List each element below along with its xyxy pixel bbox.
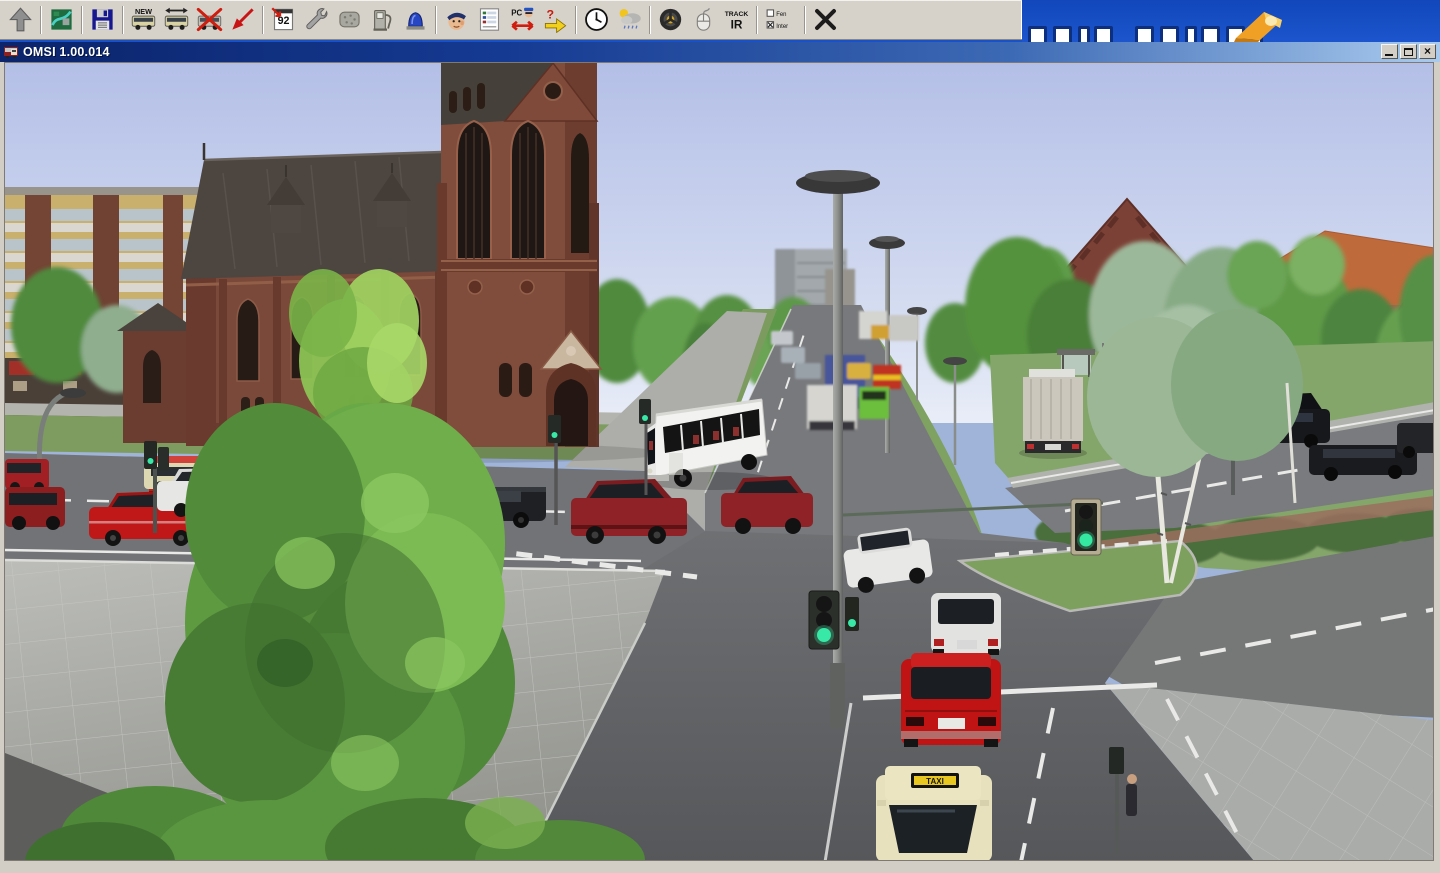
close-toolbar-button[interactable] (809, 3, 842, 37)
clock-icon (585, 8, 608, 31)
steering-wheel-icon (659, 8, 682, 31)
wrench-icon (306, 8, 328, 30)
toolbar-separator (804, 5, 806, 34)
toolbar-separator (262, 5, 264, 34)
clean-button[interactable] (333, 3, 366, 37)
screen: NEW 92 PC ? TRACK IR Fen Inter OMSI 1.00… (0, 0, 1440, 873)
mouse-icon (696, 8, 711, 31)
steering-button[interactable] (654, 3, 687, 37)
toolbar-separator (122, 5, 124, 34)
place-bus-button[interactable] (226, 3, 259, 37)
close-x-icon (815, 9, 836, 30)
svg-text:Fen: Fen (776, 12, 786, 18)
white-hatch-rear (931, 593, 1001, 655)
red-arrow-icon (232, 8, 254, 30)
mouse-control-button[interactable] (687, 3, 720, 37)
toolbar-separator (649, 5, 651, 34)
toolbar-separator (81, 5, 83, 34)
desktop-background (1022, 0, 1440, 42)
emergency-light-button[interactable] (399, 3, 432, 37)
refuel-button[interactable] (366, 3, 399, 37)
svg-text:?: ? (547, 7, 555, 21)
close-button[interactable]: × (1419, 44, 1436, 59)
delete-bus-button[interactable] (193, 3, 226, 37)
map-icon (51, 9, 72, 30)
red-sedan-rear (901, 653, 1001, 747)
floppy-icon (92, 9, 113, 30)
toolbar-separator (435, 5, 437, 34)
question-arrow-icon: ? (544, 7, 567, 33)
3d-viewport[interactable]: TAXI (4, 62, 1434, 861)
trackir-icon: TRACKIR (725, 11, 749, 32)
repair-button[interactable] (300, 3, 333, 37)
blue-light-icon (406, 12, 425, 30)
sponge-icon (339, 11, 360, 28)
city-bus (645, 398, 777, 490)
view-options-button[interactable]: Fen Inter (761, 3, 801, 37)
box-truck (1019, 369, 1087, 459)
pc-swap-icon: PC (511, 7, 534, 31)
trackir-button[interactable]: TRACK IR (720, 3, 753, 37)
omsi-window: OMSI 1.00.014 × TAXI (0, 42, 1440, 873)
bus-delete-icon (196, 7, 223, 32)
toolbar-separator (575, 5, 577, 34)
maximize-button[interactable] (1400, 44, 1417, 59)
bus-move-icon (164, 7, 189, 30)
driver-face-icon (447, 12, 466, 30)
svg-text:PC: PC (511, 9, 522, 18)
new-bus-button[interactable]: NEW (127, 3, 160, 37)
svg-text:Inter: Inter (776, 24, 788, 30)
cream-taxi: TAXI (876, 766, 992, 860)
pedestrian-crossing (1126, 774, 1137, 816)
schedule-icon: 92 (271, 7, 294, 31)
window-title: OMSI 1.00.014 (23, 45, 110, 59)
wallpaper-text-partial (1028, 26, 1388, 42)
timetable-button[interactable]: 92 (267, 3, 300, 37)
svg-text:TAXI: TAXI (926, 777, 944, 786)
weather-icon (619, 9, 641, 29)
tickets-button[interactable] (473, 3, 506, 37)
bus-window-icon (4, 47, 18, 58)
checkboxes-icon: Fen Inter (766, 9, 788, 30)
save-button[interactable] (86, 3, 119, 37)
time-button[interactable] (580, 3, 613, 37)
editor-toolbar: NEW 92 PC ? TRACK IR Fen Inter (0, 0, 1022, 40)
window-titlebar[interactable]: OMSI 1.00.014 × (0, 42, 1440, 62)
toolbar-separator (40, 5, 42, 34)
ticket-list-icon (479, 8, 500, 31)
bus-new-icon: NEW (131, 7, 156, 30)
ai-driver-button[interactable] (440, 3, 473, 37)
svg-text:NEW: NEW (135, 7, 152, 16)
pc-driver-swap-button[interactable]: PC (506, 3, 539, 37)
toolbar-separator (756, 5, 758, 34)
move-bus-button[interactable] (160, 3, 193, 37)
hide-toolbar-button[interactable] (4, 3, 37, 37)
pencil-icon (1234, 12, 1282, 42)
svg-text:IR: IR (731, 18, 743, 32)
minimize-button[interactable] (1381, 44, 1398, 59)
next-action-button[interactable]: ? (539, 3, 572, 37)
load-map-button[interactable] (45, 3, 78, 37)
overhead-signal (1070, 498, 1102, 556)
fuel-pump-icon (373, 9, 392, 31)
church-tower (437, 63, 603, 447)
window-frame (0, 862, 1440, 873)
weather-button[interactable] (613, 3, 646, 37)
up-arrow-icon (9, 7, 32, 32)
